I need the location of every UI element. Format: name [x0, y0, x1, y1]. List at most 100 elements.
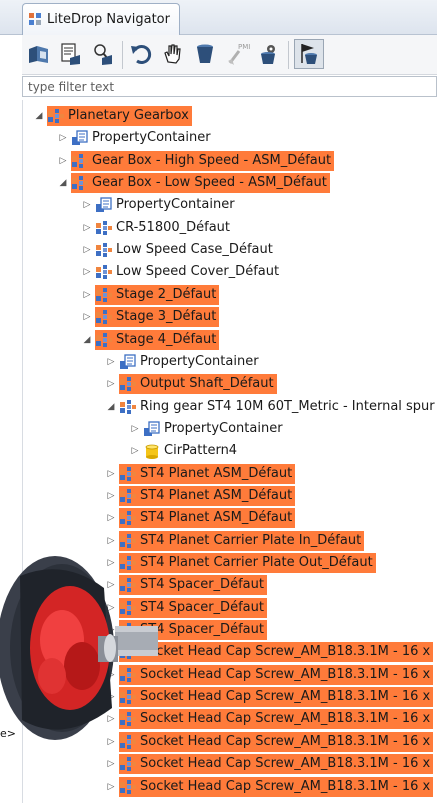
collapsed-twisty-icon[interactable]: ▷ — [105, 513, 117, 523]
bucket-button[interactable] — [190, 39, 220, 69]
undo-button[interactable] — [126, 39, 156, 69]
assembly-icon — [119, 756, 137, 772]
collapsed-twisty-icon[interactable]: ▷ — [129, 424, 141, 434]
tree-row[interactable]: ▷ Output Shaft_Défaut — [23, 373, 437, 395]
collapsed-twisty-icon[interactable]: ▷ — [105, 469, 117, 479]
assembly-icon — [119, 779, 137, 795]
collapsed-twisty-icon[interactable]: ▷ — [81, 312, 93, 322]
collapsed-twisty-icon[interactable]: ▷ — [81, 200, 93, 210]
assembly-icon — [95, 332, 113, 348]
tree-node-label: Stage 2_Défaut — [116, 286, 217, 302]
tree-row[interactable]: ▷ PropertyContainer — [23, 351, 437, 373]
collapsed-twisty-icon[interactable]: ▷ — [105, 759, 117, 769]
collapsed-twisty-icon[interactable]: ▷ — [81, 290, 93, 300]
tree-node[interactable]: CirPattern4 — [143, 441, 240, 461]
tree-node[interactable]: Stage 3_Défaut — [95, 307, 220, 328]
tree-node[interactable]: Ring gear ST4 10M 60T_Metric - Internal … — [119, 397, 437, 417]
assembly-view-button[interactable] — [24, 39, 54, 69]
tree-row[interactable]: ▷ Low Speed Case_Défaut — [23, 239, 437, 261]
expanded-twisty-icon[interactable]: ◢ — [33, 111, 45, 121]
assembly-view-icon — [29, 46, 48, 63]
tree-row[interactable]: ▷ Stage 3_Défaut — [23, 306, 437, 328]
tree-node-label: PropertyContainer — [140, 353, 259, 369]
tree-node[interactable]: Planetary Gearbox — [47, 106, 192, 126]
tree-node-label: Low Speed Case_Défaut — [116, 242, 273, 258]
assembly-icon — [95, 220, 113, 236]
tree-row[interactable]: ▷ PropertyContainer — [23, 418, 437, 440]
hand-pan-icon — [164, 44, 181, 64]
collapsed-twisty-icon[interactable]: ▷ — [81, 245, 93, 255]
collapsed-twisty-icon[interactable]: ▷ — [129, 446, 141, 456]
tree-row[interactable]: ▷ ST4 Planet ASM_Défaut — [23, 485, 437, 507]
bucket-icon — [197, 44, 213, 63]
tree-node[interactable]: Stage 4_Défaut — [95, 329, 220, 350]
part-properties-button[interactable] — [56, 39, 86, 69]
filter-input[interactable] — [22, 76, 437, 97]
pmi-button[interactable]: PMI — [222, 39, 252, 69]
collapsed-twisty-icon[interactable]: ▷ — [57, 156, 69, 166]
tree-node[interactable]: Socket Head Cap Screw_AM_B18.3.1M - 16 x — [119, 731, 434, 752]
tree-node-label: Socket Head Cap Screw_AM_B18.3.1M - 16 x — [140, 689, 431, 705]
tree-node[interactable]: PropertyContainer — [143, 419, 286, 439]
tree-row[interactable]: ▷ Low Speed Cover_Défaut — [23, 261, 437, 283]
expanded-twisty-icon[interactable]: ◢ — [57, 178, 69, 188]
collapsed-twisty-icon[interactable]: ▷ — [105, 357, 117, 367]
tab-litedrop-navigator[interactable]: LiteDrop Navigator — [22, 3, 180, 35]
hand-pan-button[interactable] — [158, 39, 188, 69]
tree-row[interactable]: ▷ PropertyContainer — [23, 127, 437, 149]
tree-node[interactable]: Socket Head Cap Screw_AM_B18.3.1M - 16 x — [119, 776, 434, 797]
tree-row[interactable]: ▷ Stage 2_Défaut — [23, 284, 437, 306]
tree-row[interactable]: ▷ Gear Box - High Speed - ASM_Défaut — [23, 150, 437, 172]
tree-node-label: Stage 4_Défaut — [116, 331, 217, 347]
tree-node-label: Gear Box - Low Speed - ASM_Défaut — [92, 175, 327, 191]
tree-row[interactable]: ▷ PropertyContainer — [23, 194, 437, 216]
flag-bucket-button[interactable] — [294, 39, 324, 69]
tree-row[interactable]: ▷ ST4 Planet ASM_Défaut — [23, 507, 437, 529]
replace-parts-button[interactable] — [88, 39, 118, 69]
tree-row[interactable]: ◢ Gear Box - Low Speed - ASM_Défaut — [23, 172, 437, 194]
collapsed-twisty-icon[interactable]: ▷ — [81, 267, 93, 277]
collapsed-twisty-icon[interactable]: ▷ — [105, 782, 117, 792]
tree-row[interactable]: ▷ Socket Head Cap Screw_AM_B18.3.1M - 16 … — [23, 753, 437, 775]
expanded-twisty-icon[interactable]: ◢ — [81, 335, 93, 345]
pmi-icon: PMI — [228, 43, 250, 65]
tree-node[interactable]: ST4 Planet ASM_Défaut — [119, 463, 296, 484]
tree-node[interactable]: CR-51800_Défaut — [95, 218, 233, 238]
tree-row[interactable]: ▷ ST4 Planet ASM_Défaut — [23, 463, 437, 485]
tree-node[interactable]: Gear Box - High Speed - ASM_Défaut — [71, 150, 335, 171]
collapsed-twisty-icon[interactable]: ▷ — [105, 536, 117, 546]
tree-node[interactable]: Socket Head Cap Screw_AM_B18.3.1M - 16 x — [119, 687, 434, 708]
tree-node[interactable]: Stage 2_Défaut — [95, 284, 220, 305]
tree-node[interactable]: PropertyContainer — [71, 128, 214, 148]
tree-node[interactable]: Output Shaft_Défaut — [119, 374, 277, 395]
tab-title: LiteDrop Navigator — [47, 12, 170, 27]
collapsed-twisty-icon[interactable]: ▷ — [105, 379, 117, 389]
tree-row[interactable]: ◢ Stage 4_Défaut — [23, 329, 437, 351]
tree-node[interactable]: Socket Head Cap Screw_AM_B18.3.1M - 16 x — [119, 664, 434, 685]
assembly-icon — [119, 488, 137, 504]
tree-node[interactable]: Gear Box - Low Speed - ASM_Défaut — [71, 173, 330, 194]
tree-node[interactable]: Low Speed Cover_Défaut — [95, 262, 282, 282]
tree-row[interactable]: ◢ Planetary Gearbox — [23, 105, 437, 127]
collapsed-twisty-icon[interactable]: ▷ — [105, 491, 117, 501]
collapsed-twisty-icon[interactable]: ▷ — [57, 133, 69, 143]
tree-node[interactable]: ST4 Planet ASM_Défaut — [119, 485, 296, 506]
tree-row[interactable]: ▷ Socket Head Cap Screw_AM_B18.3.1M - 16 … — [23, 776, 437, 798]
tree-node[interactable]: ST4 Planet ASM_Défaut — [119, 508, 296, 529]
collapsed-twisty-icon[interactable]: ▷ — [81, 223, 93, 233]
tree-node-label: Socket Head Cap Screw_AM_B18.3.1M - 16 x — [140, 666, 431, 682]
assembly-icon — [119, 533, 137, 549]
tree-row[interactable]: ▷ CR-51800_Défaut — [23, 217, 437, 239]
tree-row[interactable]: ◢ Ring gear ST4 10M 60T_Metric - Internal… — [23, 396, 437, 418]
tree-node-label: PropertyContainer — [92, 130, 211, 146]
tree-node[interactable]: Low Speed Case_Défaut — [95, 240, 276, 260]
tree-node[interactable]: Socket Head Cap Screw_AM_B18.3.1M - 16 x — [119, 709, 434, 730]
gear-settings-button[interactable] — [254, 39, 284, 69]
expanded-twisty-icon[interactable]: ◢ — [105, 402, 117, 412]
tree-node[interactable]: Socket Head Cap Screw_AM_B18.3.1M - 16 x — [119, 642, 434, 663]
tree-node[interactable]: PropertyContainer — [119, 352, 262, 372]
tree-node[interactable]: PropertyContainer — [95, 195, 238, 215]
tree-row[interactable]: ▷ CirPattern4 — [23, 440, 437, 462]
tree-node[interactable]: Socket Head Cap Screw_AM_B18.3.1M - 16 x — [119, 754, 434, 775]
tree-node-label: ST4 Planet ASM_Défaut — [140, 510, 293, 526]
